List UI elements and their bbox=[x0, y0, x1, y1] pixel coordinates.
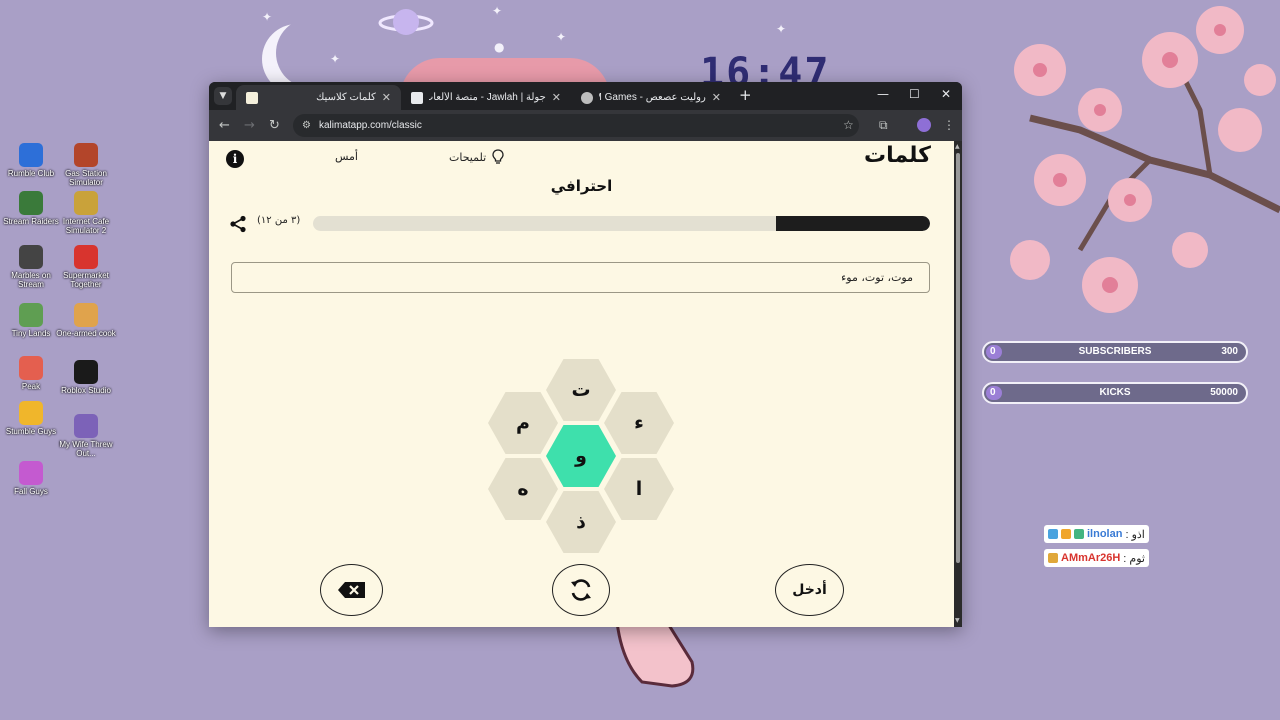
progress-fill bbox=[775, 216, 930, 231]
found-words-box[interactable]: موت، توت، موء bbox=[231, 262, 930, 293]
gas-station-icon bbox=[74, 143, 98, 167]
badge-icon bbox=[1048, 529, 1058, 539]
scroll-thumb[interactable] bbox=[956, 153, 960, 563]
minimize-icon[interactable]: — bbox=[877, 87, 889, 101]
new-tab-button[interactable]: + bbox=[739, 86, 752, 104]
marbles-icon bbox=[19, 245, 43, 269]
maximize-icon[interactable]: ☐ bbox=[909, 87, 920, 101]
yesterday-link[interactable]: أمس bbox=[335, 150, 358, 163]
backspace-icon bbox=[337, 582, 365, 598]
stumble-guys-icon bbox=[19, 401, 43, 425]
info-icon[interactable]: i bbox=[226, 150, 244, 168]
cherry-blossom-decoration bbox=[1010, 6, 1280, 313]
tab-strip: ▼ كلمات كلاسيك ✕ جولة | Jawlah - منصة ال… bbox=[209, 82, 962, 110]
tab-kalimat-classic[interactable]: كلمات كلاسيك ✕ bbox=[236, 85, 401, 110]
kicks-goal-bar: 0 KICKS 50000 bbox=[982, 382, 1248, 404]
scroll-up-icon[interactable]: ▲ bbox=[955, 143, 960, 150]
desktop-icon-one-armed-cook[interactable]: One-armed cook bbox=[55, 303, 117, 338]
lightbulb-icon bbox=[492, 149, 504, 164]
roblox-studio-icon bbox=[74, 360, 98, 384]
one-armed-cook-icon bbox=[74, 303, 98, 327]
page-scrollbar[interactable]: ▲ ▼ bbox=[954, 141, 962, 627]
extensions-icon[interactable]: ⧉ bbox=[879, 118, 888, 133]
star-icon: ✦ bbox=[776, 22, 787, 36]
desktop-icon-supermarket[interactable]: Supermarket Together bbox=[55, 245, 117, 289]
menu-dots-icon[interactable]: ⋮ bbox=[943, 118, 955, 132]
star-icon: ✦ bbox=[262, 10, 273, 24]
desktop-icon-my-wife[interactable]: My Wife Threw Out... bbox=[55, 414, 117, 458]
letter-hex-top-left[interactable]: م bbox=[488, 392, 558, 454]
back-icon[interactable]: ← bbox=[219, 118, 230, 133]
chat-message: AMmAr26H : ثوم bbox=[1044, 549, 1149, 567]
reload-icon[interactable]: ↻ bbox=[269, 118, 280, 133]
star-icon: ✦ bbox=[330, 52, 341, 66]
stream-raiders-icon bbox=[19, 191, 43, 215]
found-count: (٣ من ١٢) bbox=[257, 215, 301, 226]
tab-search-button[interactable]: ▼ bbox=[214, 87, 232, 105]
fall-guys-icon bbox=[19, 461, 43, 485]
desktop-icon-tiny-lands[interactable]: Tiny Lands bbox=[0, 303, 62, 338]
close-tab-icon[interactable]: ✕ bbox=[382, 91, 391, 104]
address-bar[interactable]: ⚙ kalimatapp.com/classic bbox=[293, 114, 859, 137]
close-window-icon[interactable]: ✕ bbox=[941, 87, 951, 101]
close-tab-icon[interactable]: ✕ bbox=[552, 91, 561, 104]
kalimat-page: i أمس تلميحات كلمات احترافي (٣ من ١٢) مو… bbox=[209, 141, 954, 627]
forward-icon[interactable]: → bbox=[244, 118, 255, 133]
shuffle-icon bbox=[571, 579, 591, 601]
desktop-icon-marbles[interactable]: Marbles on Stream bbox=[0, 245, 62, 289]
letter-hex-top[interactable]: ت bbox=[546, 359, 616, 421]
letter-hex-bottom[interactable]: ذ bbox=[546, 491, 616, 553]
subscribers-goal-bar: 0 SUBSCRIBERS 300 bbox=[982, 341, 1248, 363]
desktop-icon-gas-station[interactable]: Gas Station Simulator bbox=[55, 143, 117, 187]
km-games-favicon-icon bbox=[581, 91, 593, 104]
progress-bar bbox=[313, 216, 930, 231]
my-wife-threw-out-icon bbox=[74, 414, 98, 438]
chat-message: ilnolan : اذو bbox=[1044, 525, 1149, 543]
desktop-icon-rumble-club[interactable]: Rumble Club bbox=[0, 143, 62, 178]
desktop-icon-stumble-guys[interactable]: Stumble Guys bbox=[0, 401, 62, 436]
internet-cafe-icon bbox=[74, 191, 98, 215]
letter-hex-center[interactable]: و bbox=[546, 425, 616, 487]
badge-icon bbox=[1074, 529, 1084, 539]
kalimat-favicon-icon bbox=[246, 91, 258, 104]
letter-hex-bottom-left[interactable]: ه bbox=[488, 458, 558, 520]
site-info-icon[interactable]: ⚙ bbox=[302, 114, 311, 137]
peak-icon bbox=[19, 356, 43, 380]
url-text: kalimatapp.com/classic bbox=[319, 120, 422, 131]
letter-hex-bottom-right[interactable]: ا bbox=[604, 458, 674, 520]
supermarket-icon bbox=[74, 245, 98, 269]
desktop-icon-internet-cafe[interactable]: Internet Cafe Simulator 2 bbox=[55, 191, 117, 235]
share-icon[interactable] bbox=[229, 215, 247, 233]
star-icon: ✦ bbox=[556, 30, 567, 44]
character-foot-decoration bbox=[615, 622, 695, 688]
scroll-down-icon[interactable]: ▼ bbox=[955, 617, 960, 624]
hints-button[interactable]: تلميحات bbox=[449, 149, 504, 165]
desktop-icon-fall-guys[interactable]: Fall Guys bbox=[0, 461, 62, 496]
bookmark-star-icon[interactable]: ☆ bbox=[843, 118, 854, 132]
desktop-icon-peak[interactable]: Peak bbox=[0, 356, 62, 391]
rank-label: احترافي bbox=[550, 177, 613, 195]
jawlah-favicon-icon bbox=[411, 91, 423, 104]
tab-km-games[interactable]: روليت عصعص - KM Games ✕ bbox=[571, 85, 731, 110]
profile-avatar[interactable] bbox=[917, 118, 931, 132]
tiny-lands-icon bbox=[19, 303, 43, 327]
enter-button[interactable]: أدخل bbox=[775, 564, 844, 616]
close-tab-icon[interactable]: ✕ bbox=[712, 91, 721, 104]
star-icon: ✦ bbox=[492, 4, 503, 18]
planet-decoration bbox=[378, 9, 434, 35]
shuffle-button[interactable] bbox=[552, 564, 610, 616]
desktop-icon-stream-raiders[interactable]: Stream Raiders bbox=[0, 191, 62, 226]
rumble-club-icon bbox=[19, 143, 43, 167]
star-icon: ● bbox=[494, 40, 505, 54]
browser-window: ▼ كلمات كلاسيك ✕ جولة | Jawlah - منصة ال… bbox=[209, 82, 962, 627]
badge-icon bbox=[1061, 529, 1071, 539]
letter-hex-top-right[interactable]: ء bbox=[604, 392, 674, 454]
browser-toolbar: ← → ↻ ⚙ kalimatapp.com/classic ☆ ⧉ ⋮ bbox=[209, 110, 962, 141]
desktop-icon-roblox-studio[interactable]: Roblox Studio bbox=[55, 360, 117, 395]
delete-button[interactable] bbox=[320, 564, 383, 616]
tab-jawlah[interactable]: جولة | Jawlah - منصة الألعاب الا ✕ bbox=[401, 85, 571, 110]
badge-icon bbox=[1048, 553, 1058, 563]
app-logo: كلمات bbox=[864, 143, 931, 168]
